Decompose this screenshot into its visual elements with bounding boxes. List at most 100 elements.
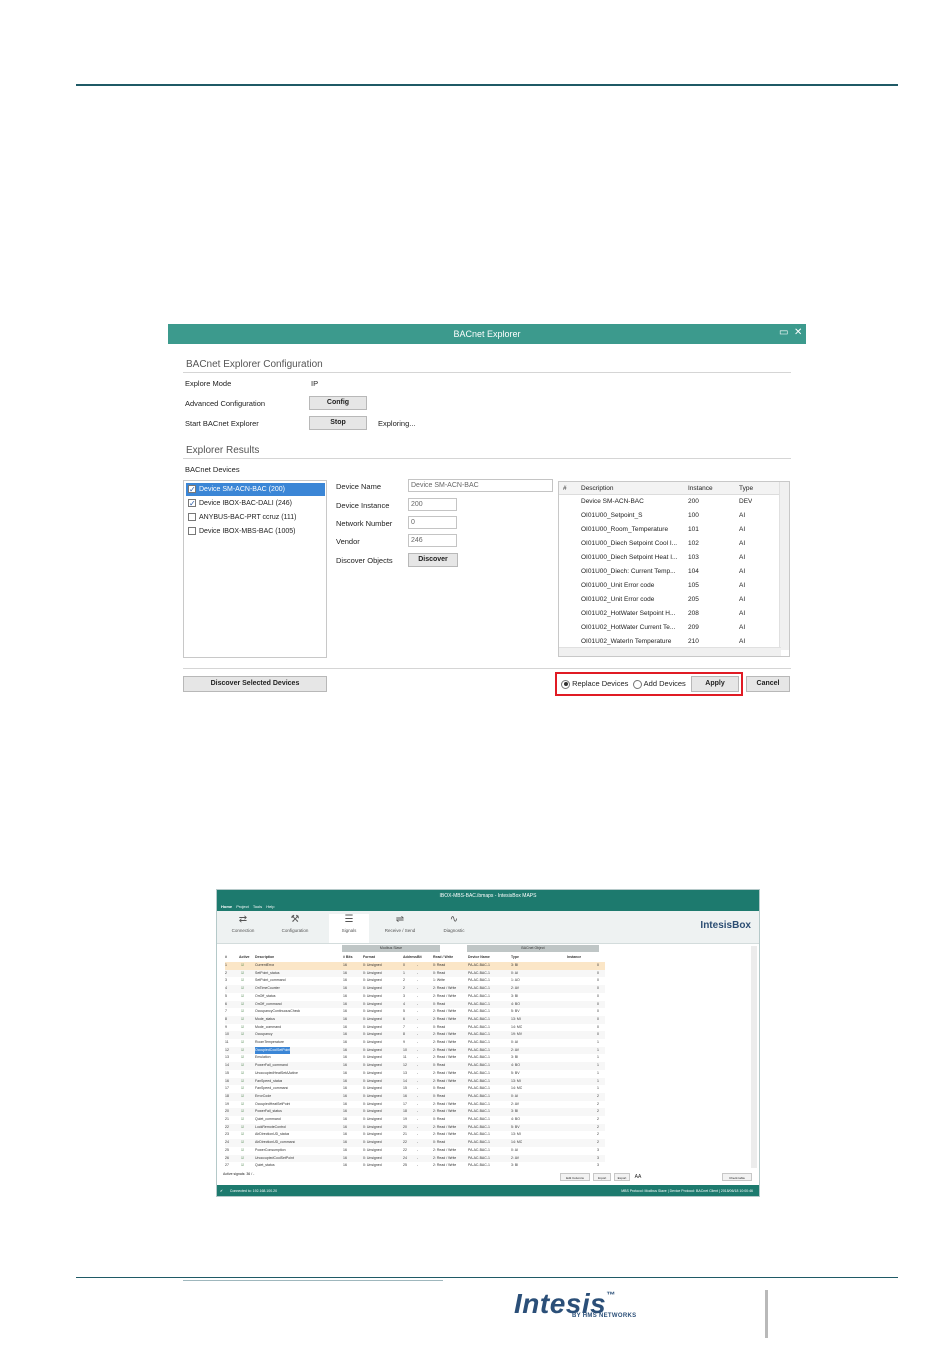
object-row[interactable]: OI01U00_Room_Temperature 101 AI <box>559 523 781 537</box>
signal-row[interactable]: 9 ☑ Mode_command 16 0: Unsigned 7-0: Read PA-A… <box>225 1024 605 1032</box>
active-checkbox[interactable]: ☑ <box>241 977 244 985</box>
radio-button[interactable] <box>561 679 570 689</box>
signal-row[interactable]: 21 ☑ Quiet_command 16 0: Unsigned 19-0: Read P… <box>225 1116 605 1124</box>
signal-row[interactable]: 17 ☑ FanSpeed_command 16 0: Unsigned 15-0: Re… <box>225 1085 605 1093</box>
signal-row[interactable]: 27 ☑ Quiet_status 16 0: Unsigned 25-2: Read /… <box>225 1162 605 1170</box>
horizontal-scrollbar[interactable] <box>559 647 781 656</box>
cancel-button[interactable]: Cancel <box>746 676 790 692</box>
column-header[interactable]: Description <box>255 954 274 962</box>
column-header[interactable]: # <box>225 954 227 962</box>
active-checkbox[interactable]: ☑ <box>241 1139 244 1147</box>
device-name-field[interactable]: Device SM-ACN-BAC <box>408 479 553 492</box>
active-checkbox[interactable]: ☑ <box>241 1001 244 1009</box>
active-checkbox[interactable]: ☑ <box>241 1062 244 1070</box>
active-checkbox[interactable]: ☑ <box>241 1047 244 1055</box>
object-row[interactable]: OI01U02_HotWater Setpoint H... 208 AI <box>559 607 781 621</box>
column-header[interactable]: Format <box>363 954 375 962</box>
active-checkbox[interactable]: ☑ <box>241 1085 244 1093</box>
apply-button[interactable]: Apply <box>691 676 739 692</box>
active-checkbox[interactable]: ☑ <box>241 1101 244 1109</box>
network-number-field[interactable]: 0 <box>408 516 457 529</box>
radio-button[interactable] <box>633 679 642 689</box>
signal-row[interactable]: 14 ☑ PowerFail_command 16 0: Unsigned 12-0: R… <box>225 1062 605 1070</box>
menu-tools[interactable]: Tools <box>253 904 262 909</box>
active-checkbox[interactable]: ☑ <box>241 1078 244 1086</box>
signal-row[interactable]: 11 ☑ RoomTemperature 16 0: Unsigned 9-2: Read… <box>225 1039 605 1047</box>
object-row[interactable]: OI01U00_Diech Setpoint Heat I... 103 AI <box>559 551 781 565</box>
config-button[interactable]: Config <box>309 396 367 410</box>
signal-row[interactable]: 16 ☑ FanSpeed_status 16 0: Unsigned 14-2: Rea… <box>225 1077 605 1086</box>
menu-help[interactable]: Help <box>266 904 274 909</box>
checkbox[interactable] <box>188 483 196 496</box>
object-row[interactable]: OI01U00_Diech: Current Temp... 104 AI <box>559 565 781 579</box>
active-checkbox[interactable]: ☑ <box>241 1024 244 1032</box>
signal-row[interactable]: 10 ☑ Occupancy 16 0: Unsigned 8-2: Read / Wri… <box>225 1031 605 1039</box>
active-checkbox[interactable]: ☑ <box>241 970 244 978</box>
object-row[interactable]: OI01U00_Setpoint_S 100 AI <box>559 509 781 523</box>
active-checkbox[interactable]: ☑ <box>241 1155 244 1163</box>
signal-row[interactable]: 25 ☑ PowerConsumption 16 0: Unsigned 22-2: Re… <box>225 1147 605 1155</box>
tab-receive-send[interactable]: ⇌ Receive / Send <box>380 914 420 933</box>
column-header[interactable]: Bit <box>417 954 422 962</box>
signal-row[interactable]: 12 ☑ OccupiedCoolSetPoint 16 0: Unsigned 10-2… <box>225 1046 605 1055</box>
signal-row[interactable]: 3 ☑ SetPoint_command 16 0: Unsigned 2-1: Writ… <box>225 977 605 985</box>
tab-diagnostic[interactable]: ∿ Diagnostic <box>434 914 474 933</box>
column-header[interactable]: Read / Write <box>433 954 453 962</box>
signal-row[interactable]: 6 ☑ OnOff_command 16 0: Unsigned 4-0: Read PA-… <box>225 1000 605 1009</box>
edit-columns-button[interactable]: Edit Columns <box>560 1173 590 1181</box>
signal-row[interactable]: 15 ☑ UnoccupiedHeatSetAActive 16 0: Unsigned… <box>225 1070 605 1078</box>
signal-row[interactable]: 13 ☑ Emulation 16 0: Unsigned 11-2: Read / Wr… <box>225 1054 605 1062</box>
device-instance-field[interactable]: 200 <box>408 498 457 511</box>
discover-selected-button[interactable]: Discover Selected Devices <box>183 676 327 692</box>
signal-row[interactable]: 19 ☑ OccupiedHeatSetPoint 16 0: Unsigned 17-2… <box>225 1101 605 1109</box>
signal-row[interactable]: 22 ☑ LockRemoteControl 16 0: Unsigned 20-2: R… <box>225 1123 605 1132</box>
signal-row[interactable]: 20 ☑ PowerFail_status 16 0: Unsigned 18-2: Re… <box>225 1108 605 1116</box>
active-checkbox[interactable]: ☑ <box>241 1008 244 1016</box>
object-row[interactable]: Device SM-ACN-BAC 200 DEV <box>559 495 781 509</box>
active-checkbox[interactable]: ☑ <box>241 962 244 970</box>
maximize-icon[interactable]: ▭ <box>779 327 788 338</box>
vendor-field[interactable]: 246 <box>408 534 457 547</box>
signal-row[interactable]: 18 ☑ ErrorCode 16 0: Unsigned 16-0: Read PA-AC… <box>225 1092 605 1101</box>
signal-row[interactable]: 7 ☑ OccupancyContinuousCheck 16 0: Unsigned 5… <box>225 1008 605 1016</box>
device-item[interactable]: ANYBUS-BAC-PRT ccruz (111) <box>186 511 325 524</box>
active-checkbox[interactable]: ☑ <box>241 1162 244 1170</box>
column-header[interactable]: Address <box>403 954 417 962</box>
signal-row[interactable]: 2 ☑ SetPoint_status 16 0: Unsigned 1-0: Read P… <box>225 969 605 978</box>
font-size-button[interactable]: AA <box>633 1173 643 1181</box>
active-checkbox[interactable]: ☑ <box>241 1016 244 1024</box>
active-checkbox[interactable]: ☑ <box>241 1070 244 1078</box>
active-checkbox[interactable]: ☑ <box>241 1116 244 1124</box>
column-header[interactable]: # Bits <box>343 954 353 962</box>
object-row[interactable]: OI01U00_Diech Setpoint Cool I... 102 AI <box>559 537 781 551</box>
object-row[interactable]: OI01U02_Unit Error code 205 AI <box>559 593 781 607</box>
active-checkbox[interactable]: ☑ <box>241 1054 244 1062</box>
column-header[interactable]: Device Name <box>468 954 490 962</box>
signal-row[interactable]: 23 ☑ AirDirectionUD_status 16 0: Unsigned 21-… <box>225 1131 605 1139</box>
signal-row[interactable]: 1 ☑ CurrentError 16 0: Unsigned 0-0: Read PA-A… <box>225 962 605 970</box>
tab-signals[interactable]: ☰ Signals <box>329 914 369 943</box>
signal-row[interactable]: 5 ☑ OnOff_status 16 0: Unsigned 3-2: Read / W… <box>225 993 605 1001</box>
active-checkbox[interactable]: ☑ <box>241 1093 244 1101</box>
signal-row[interactable]: 24 ☑ AirDirectionUD_command 16 0: Unsigned 22… <box>225 1139 605 1147</box>
active-checkbox[interactable]: ☑ <box>241 1039 244 1047</box>
checkbox[interactable] <box>188 497 196 510</box>
replace-devices-option[interactable]: Replace Devices <box>561 679 628 689</box>
add-devices-option[interactable]: Add Devices <box>633 679 686 689</box>
discover-button[interactable]: Discover <box>408 553 458 567</box>
tab-configuration[interactable]: ⚒ Configuration <box>275 914 315 933</box>
object-row[interactable]: OI01U00_Unit Error code 105 AI <box>559 579 781 593</box>
device-item[interactable]: Device SM-ACN-BAC (200) <box>186 483 325 496</box>
stop-button[interactable]: Stop <box>309 416 367 430</box>
column-header[interactable]: Instance <box>567 954 581 962</box>
column-header[interactable]: Type <box>511 954 519 962</box>
active-checkbox[interactable]: ☑ <box>241 1147 244 1155</box>
device-item[interactable]: Device IBOX-MBS-BAC (1005) <box>186 525 325 538</box>
column-header[interactable]: Active <box>239 954 250 962</box>
object-row[interactable]: OI01U02_HotWater Current Te... 209 AI <box>559 621 781 635</box>
vertical-scrollbar[interactable] <box>779 482 789 650</box>
vertical-scrollbar[interactable] <box>751 946 757 1168</box>
menu-home[interactable]: Home <box>221 904 232 909</box>
check-table-button[interactable]: Check table <box>722 1173 752 1181</box>
active-checkbox[interactable]: ☑ <box>241 1031 244 1039</box>
